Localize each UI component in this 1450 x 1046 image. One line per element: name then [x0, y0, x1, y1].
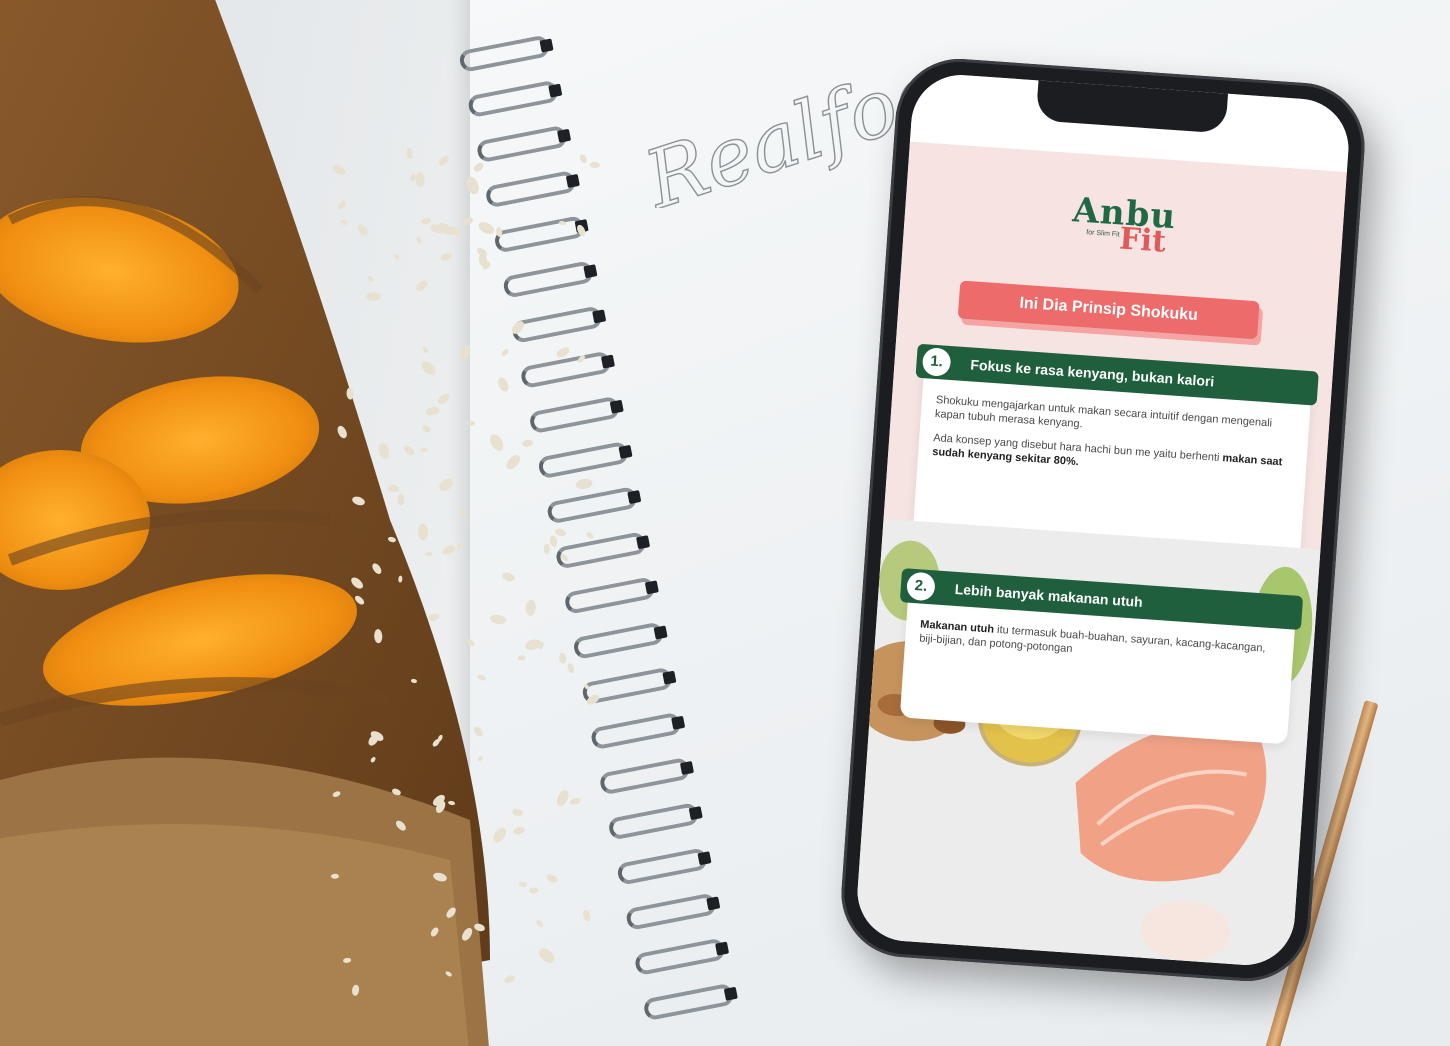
spiral-hole: [600, 354, 615, 369]
spiral-ring: [537, 440, 630, 480]
oat-crumb: [519, 881, 528, 887]
spiral-hole: [706, 896, 721, 911]
spiral-hole: [653, 625, 668, 640]
spiral-hole: [662, 670, 677, 685]
spiral-ring: [528, 395, 621, 435]
spiral-hole: [557, 128, 572, 143]
spiral-ring: [607, 801, 700, 841]
principle-card-2: 2. Lebih banyak makanan utuh Makanan utu…: [899, 568, 1304, 745]
spiral-hole: [548, 83, 563, 98]
oat-crumb: [415, 171, 426, 187]
spiral-hole: [697, 851, 712, 866]
spiral-ring: [554, 531, 648, 570]
spiral-hole: [592, 309, 607, 324]
oat-crumb: [454, 227, 461, 237]
handwriting-text: Realfood: [632, 27, 925, 208]
card-2-body: Makanan utuh itu termasuk buah-buahan, s…: [918, 618, 1280, 681]
spiral-hole: [671, 715, 686, 730]
orange-cake-loaf: [0, 0, 490, 1046]
spiral-hole: [679, 760, 694, 776]
spiral-hole: [723, 986, 738, 1001]
spiral-ring: [642, 982, 735, 1022]
spiral-hole: [627, 490, 642, 505]
spiral-ring: [519, 350, 613, 390]
spiral-ring: [616, 847, 709, 886]
card-1-number: 1.: [921, 347, 952, 377]
card-2-paragraph-1: Makanan utuh itu termasuk buah-buahan, s…: [919, 618, 1280, 671]
spiral-ring: [598, 756, 692, 796]
spiral-hole: [583, 264, 598, 279]
spiral-ring: [572, 621, 665, 661]
card-1-body: Shokuku mengajarkan untuk makan secara i…: [931, 393, 1295, 494]
oat-crumb: [397, 493, 405, 506]
spiral-hole: [688, 806, 703, 821]
oat-crumb: [425, 551, 433, 556]
app-content: Anbu for Slim Fit Fit Ini Dia Prinsip Sh…: [854, 141, 1347, 969]
spiral-ring: [589, 711, 683, 751]
spiral-ring: [633, 937, 727, 977]
card-1-title: Fokus ke rasa kenyang, bukan kalori: [969, 356, 1215, 390]
spiral-hole: [565, 173, 580, 188]
spiral-hole: [715, 941, 730, 956]
smartphone: Anbu for Slim Fit Fit Ini Dia Prinsip Sh…: [837, 54, 1369, 986]
photo-scene: Realfood Anbu for Slim Fit Fit Ini Dia P…: [0, 0, 1450, 1046]
spiral-hole: [618, 444, 633, 459]
phone-screen: Anbu for Slim Fit Fit Ini Dia Prinsip Sh…: [854, 71, 1352, 969]
spiral-hole: [636, 535, 651, 550]
card-2-title: Lebih banyak makanan utuh: [954, 580, 1144, 610]
spiral-ring: [563, 576, 656, 615]
oat-crumb: [373, 628, 383, 644]
handwriting-label: Realfood: [633, 28, 925, 208]
oat-crumb: [589, 161, 600, 169]
headline-banner: Ini Dia Prinsip Shokuku: [957, 280, 1260, 340]
oat-crumb: [397, 575, 403, 583]
card-2-number: 2.: [905, 571, 936, 602]
spiral-hole: [609, 399, 624, 414]
anbu-fit-logo: Anbu for Slim Fit Fit: [903, 182, 1344, 269]
spiral-hole: [539, 38, 554, 53]
oat-crumb: [456, 544, 463, 548]
oat-crumb: [330, 873, 339, 879]
spiral-ring: [545, 485, 639, 525]
spiral-hole: [644, 580, 659, 595]
spiral-ring: [624, 892, 718, 932]
